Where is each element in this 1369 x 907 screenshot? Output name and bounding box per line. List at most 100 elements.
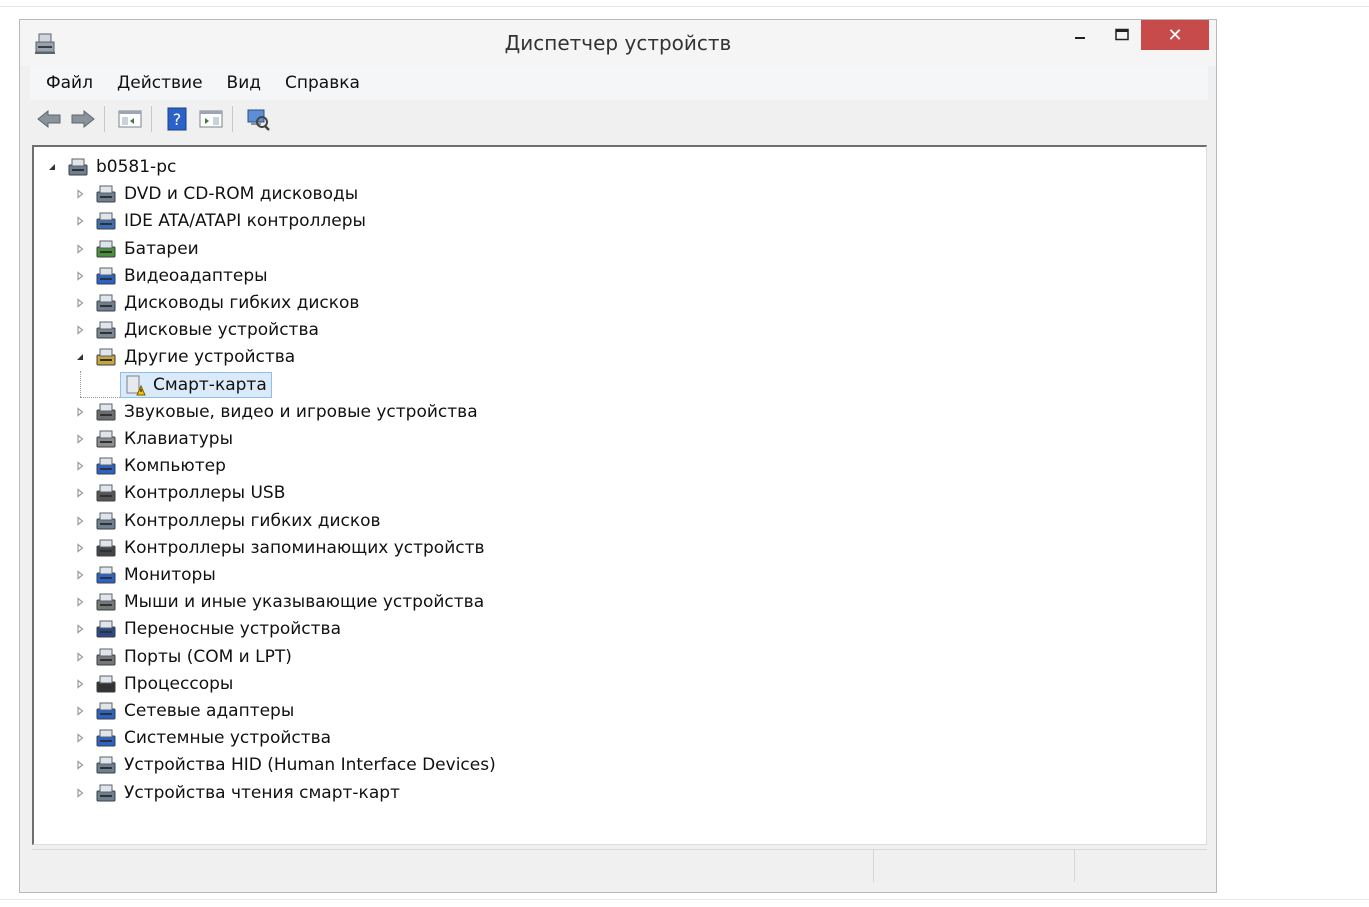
page-bottom-rule bbox=[0, 899, 1369, 900]
expand-arrow-icon[interactable] bbox=[74, 270, 86, 282]
display-adapter-icon bbox=[94, 264, 118, 288]
tree-item-label: IDE ATA/ATAPI контроллеры bbox=[124, 211, 366, 232]
close-button[interactable]: ✕ bbox=[1141, 20, 1209, 50]
tree-item-label: Дисководы гибких дисков bbox=[124, 293, 360, 313]
tree-category[interactable]: Порты (COM и LPT) bbox=[74, 644, 292, 670]
expand-arrow-icon[interactable] bbox=[74, 569, 86, 581]
expand-arrow-open-icon[interactable] bbox=[46, 161, 58, 173]
port-icon bbox=[94, 645, 118, 669]
expand-arrow-icon[interactable] bbox=[74, 215, 86, 227]
expand-arrow-icon[interactable] bbox=[74, 487, 86, 499]
tree-category[interactable]: Видеоадаптеры bbox=[74, 263, 268, 289]
expand-arrow-open-icon[interactable] bbox=[74, 351, 86, 363]
tree-category[interactable]: Сетевые адаптеры bbox=[74, 698, 294, 724]
status-bar bbox=[32, 849, 1207, 882]
tree-item-label: Процессоры bbox=[124, 673, 234, 694]
toolbar-separator bbox=[104, 106, 105, 132]
tree-category[interactable]: IDE ATA/ATAPI контроллеры bbox=[74, 208, 366, 234]
expand-arrow-icon[interactable] bbox=[74, 515, 86, 527]
tree-category[interactable]: Процессоры bbox=[74, 671, 233, 697]
expand-arrow-icon[interactable] bbox=[74, 243, 86, 255]
tree-item-label: Порты (COM и LPT) bbox=[124, 646, 292, 667]
expand-arrow-icon[interactable] bbox=[74, 406, 86, 418]
menu-action[interactable]: Действие bbox=[105, 73, 215, 93]
svg-text:?: ? bbox=[173, 110, 182, 129]
expand-arrow-icon[interactable] bbox=[74, 460, 86, 472]
floppy-drive-icon bbox=[94, 291, 118, 315]
menu-bar: Файл Действие Вид Справка bbox=[30, 66, 1208, 101]
tree-guide-line bbox=[80, 371, 81, 397]
tree-category[interactable]: Переносные устройства bbox=[74, 616, 341, 642]
tree-category[interactable]: Контроллеры запоминающих устройств bbox=[74, 535, 485, 561]
properties-pane-icon bbox=[118, 110, 142, 128]
tree-category[interactable]: Клавиатуры bbox=[74, 426, 233, 452]
speaker-icon bbox=[94, 400, 118, 424]
tree-category[interactable]: Контроллеры гибких дисков bbox=[74, 508, 381, 534]
expand-arrow-icon[interactable] bbox=[74, 188, 86, 200]
tree-item-label: Устройства чтения смарт-карт bbox=[124, 782, 400, 803]
menu-file[interactable]: Файл bbox=[30, 73, 105, 93]
tree-item-label: Системные устройства bbox=[124, 728, 332, 749]
tree-category[interactable]: Устройства чтения смарт-карт bbox=[74, 780, 400, 806]
forward-button[interactable] bbox=[68, 104, 98, 134]
properties-pane-button[interactable] bbox=[115, 104, 145, 134]
action-pane-icon bbox=[199, 110, 223, 128]
expand-arrow-icon[interactable] bbox=[74, 433, 86, 445]
device-tree[interactable]: b0581-pc DVD и CD-ROM дисководы IDE ATA/AT… bbox=[32, 145, 1207, 845]
expand-arrow-icon[interactable] bbox=[74, 623, 86, 635]
expand-arrow-icon[interactable] bbox=[74, 297, 86, 309]
expand-arrow-icon[interactable] bbox=[74, 678, 86, 690]
selected-item-highlight[interactable]: Смарт-карта bbox=[120, 371, 272, 398]
toolbar-separator bbox=[151, 106, 152, 132]
tree-category[interactable]: Устройства HID (Human Interface Devices) bbox=[74, 752, 496, 778]
tree-category[interactable]: Дисковые устройства bbox=[74, 317, 319, 343]
tree-item-label: Видеоадаптеры bbox=[124, 265, 268, 286]
tree-category[interactable]: Контроллеры USB bbox=[74, 480, 285, 506]
help-button[interactable]: ? bbox=[162, 104, 192, 134]
toolbar-separator bbox=[232, 106, 233, 132]
usb-icon bbox=[94, 481, 118, 505]
expand-arrow-icon[interactable] bbox=[74, 705, 86, 717]
page-top-rule bbox=[0, 6, 1369, 7]
expand-arrow-icon[interactable] bbox=[74, 324, 86, 336]
expand-arrow-icon[interactable] bbox=[74, 651, 86, 663]
minimize-icon bbox=[1075, 37, 1085, 39]
system-device-icon bbox=[94, 726, 118, 750]
tree-item-label: Контроллеры гибких дисков bbox=[124, 510, 381, 531]
action-pane-button[interactable] bbox=[196, 104, 226, 134]
tree-root-node[interactable]: b0581-pc bbox=[46, 154, 176, 180]
tree-category[interactable]: Дисководы гибких дисков bbox=[74, 290, 359, 316]
tree-category[interactable]: Мониторы bbox=[74, 562, 216, 588]
portable-device-icon bbox=[94, 617, 118, 641]
expand-arrow-icon[interactable] bbox=[74, 542, 86, 554]
expand-arrow-icon[interactable] bbox=[74, 732, 86, 744]
scan-hardware-icon bbox=[247, 109, 270, 131]
tree-device-node[interactable]: Смарт-карта bbox=[120, 371, 272, 398]
tree-item-label: Контроллеры запоминающих устройств bbox=[124, 537, 485, 558]
expand-arrow-icon[interactable] bbox=[74, 787, 86, 799]
tree-item-label: Батареи bbox=[124, 238, 199, 259]
ide-controller-icon bbox=[94, 209, 118, 233]
tree-category[interactable]: DVD и CD-ROM дисководы bbox=[74, 181, 358, 207]
tree-item-label: DVD и CD-ROM дисководы bbox=[124, 184, 359, 205]
menu-view[interactable]: Вид bbox=[215, 73, 273, 93]
maximize-button[interactable] bbox=[1102, 20, 1142, 50]
window-title: Диспетчер устройств bbox=[504, 31, 732, 55]
hid-icon bbox=[94, 753, 118, 777]
tree-item-label: Дисковые устройства bbox=[124, 320, 319, 341]
tree-category[interactable]: Системные устройства bbox=[74, 725, 331, 751]
tree-item-label: Другие устройства bbox=[124, 347, 296, 368]
expand-arrow-icon[interactable] bbox=[74, 596, 86, 608]
tree-item-label: Мыши и иные указывающие устройства bbox=[124, 592, 485, 613]
tree-category[interactable]: Другие устройства bbox=[74, 344, 295, 370]
menu-help[interactable]: Справка bbox=[273, 73, 372, 93]
scan-hardware-button[interactable] bbox=[243, 104, 273, 134]
tree-category[interactable]: Компьютер bbox=[74, 453, 226, 479]
title-bar[interactable]: Диспетчер устройств ✕ bbox=[20, 20, 1216, 66]
back-button[interactable] bbox=[34, 104, 64, 134]
tree-category[interactable]: Мыши и иные указывающие устройства bbox=[74, 589, 484, 615]
tree-category[interactable]: Батареи bbox=[74, 236, 199, 262]
tree-category[interactable]: Звуковые, видео и игровые устройства bbox=[74, 399, 478, 425]
minimize-button[interactable] bbox=[1060, 20, 1100, 50]
expand-arrow-icon[interactable] bbox=[74, 759, 86, 771]
